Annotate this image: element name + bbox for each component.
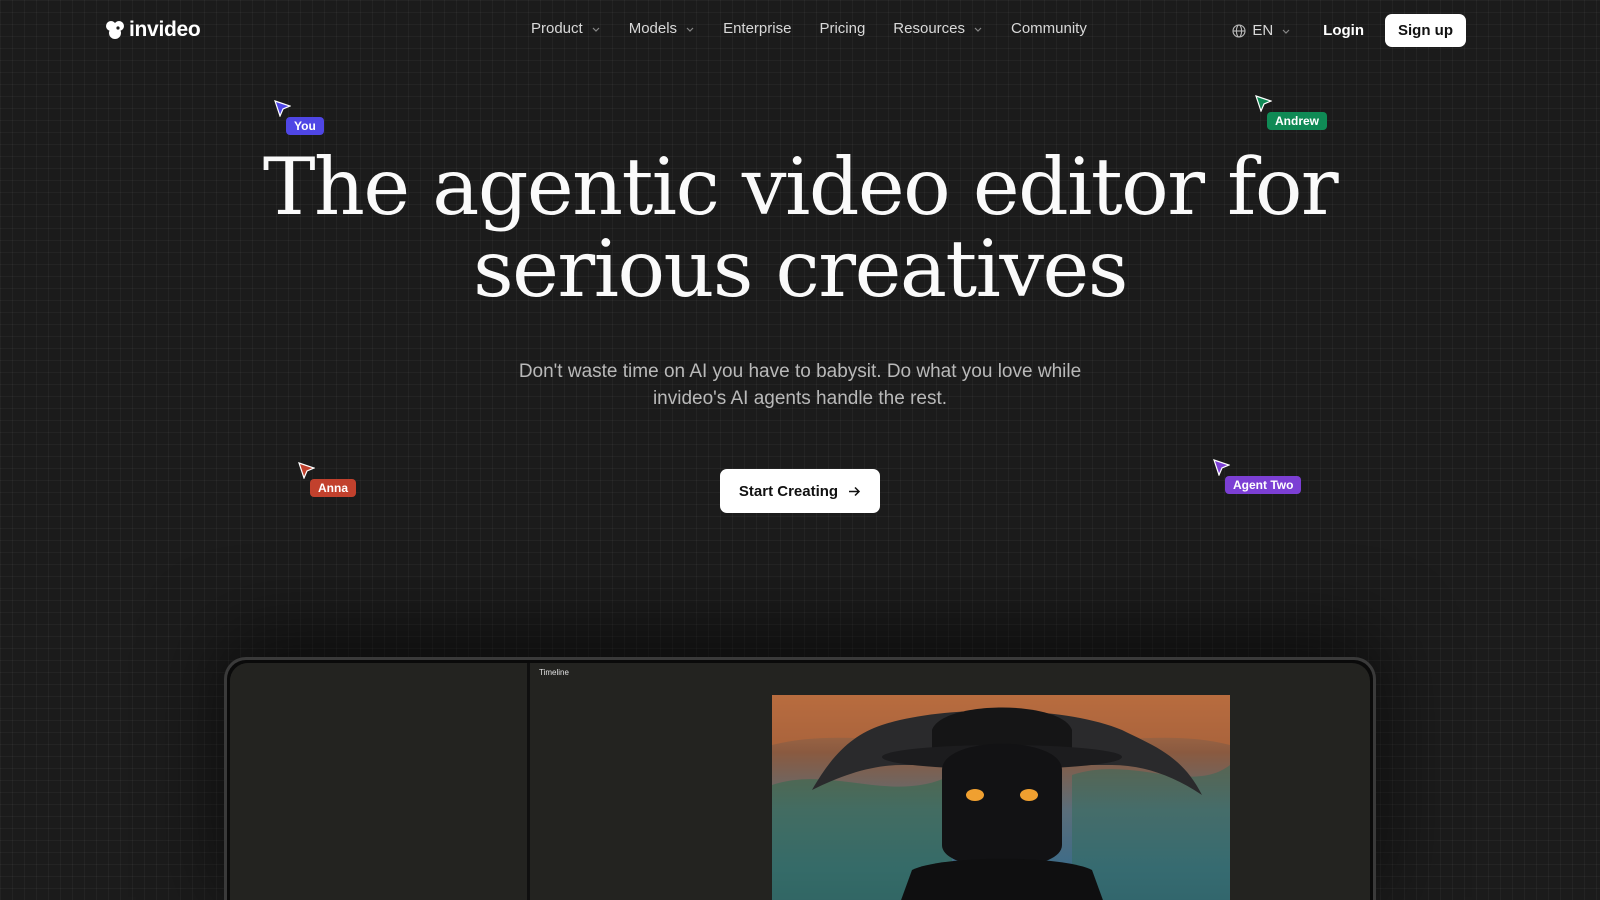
invideo-logo[interactable]: invideo	[105, 18, 201, 42]
cursor-tag: You	[286, 117, 324, 135]
nav-item-models[interactable]: Models	[629, 20, 695, 37]
collaborator-cursor-you: You	[274, 100, 324, 135]
nav-item-enterprise[interactable]: Enterprise	[723, 20, 791, 37]
language-selector[interactable]: EN	[1232, 22, 1291, 39]
chevron-down-icon	[686, 27, 694, 32]
nav-item-product[interactable]: Product	[531, 20, 601, 37]
language-label: EN	[1252, 22, 1274, 39]
hero-title-line-2: serious creatives	[473, 223, 1128, 315]
editor-side-panel	[230, 663, 530, 900]
editor-preview-frame: Timeline	[224, 657, 1376, 900]
cursor-tag: Agent Two	[1225, 476, 1302, 494]
top-nav: invideo Product Models Enterprise Pricin…	[0, 0, 1600, 58]
pointer-icon	[274, 100, 291, 117]
hero-title: The agentic video editor for serious cre…	[0, 146, 1600, 310]
editor-preview-screen: Timeline	[230, 663, 1370, 900]
nav-item-label: Product	[531, 20, 583, 37]
nav-item-label: Models	[628, 20, 678, 37]
main-menu: Product Models Enterprise Pricing Resour…	[531, 20, 1115, 37]
chevron-down-icon	[974, 27, 982, 32]
globe-icon	[1232, 23, 1246, 38]
chevron-down-icon	[1282, 29, 1290, 34]
nav-item-label: Resources	[893, 20, 965, 37]
signup-button[interactable]: Sign up	[1385, 14, 1466, 47]
video-preview[interactable]	[772, 695, 1230, 900]
invideo-logo-icon	[106, 21, 124, 39]
nav-item-label: Community	[1011, 20, 1087, 37]
hero-subtitle: Don't waste time on AI you have to babys…	[518, 361, 1082, 409]
cta-label: Start Creating	[738, 482, 839, 500]
timeline-label: Timeline	[539, 668, 569, 677]
brand-name: invideo	[129, 18, 201, 41]
nav-item-label: Enterprise	[723, 20, 792, 37]
collaborator-cursor-andrew: Andrew	[1255, 95, 1328, 130]
video-frame-image	[772, 695, 1230, 900]
nav-item-resources[interactable]: Resources	[893, 20, 983, 37]
start-creating-button[interactable]: Start Creating	[720, 469, 880, 513]
arrow-right-icon	[849, 486, 861, 496]
login-link[interactable]: Login	[1323, 22, 1364, 39]
hero-title-line-1: The agentic video editor for	[262, 141, 1339, 233]
nav-item-community[interactable]: Community	[1011, 20, 1087, 37]
collaborator-cursor-anna: Anna	[298, 462, 356, 497]
nav-item-label: Pricing	[819, 20, 866, 37]
chevron-down-icon	[592, 27, 600, 32]
collaborator-cursor-agent-two: Agent Two	[1213, 459, 1302, 494]
pointer-icon	[1255, 95, 1272, 112]
nav-actions: EN Login Sign up	[1232, 14, 1466, 47]
pointer-icon	[1213, 459, 1230, 476]
cursor-tag: Andrew	[1267, 112, 1328, 130]
cursor-tag: Anna	[310, 479, 356, 497]
pointer-icon	[298, 462, 315, 479]
nav-item-pricing[interactable]: Pricing	[819, 20, 865, 37]
